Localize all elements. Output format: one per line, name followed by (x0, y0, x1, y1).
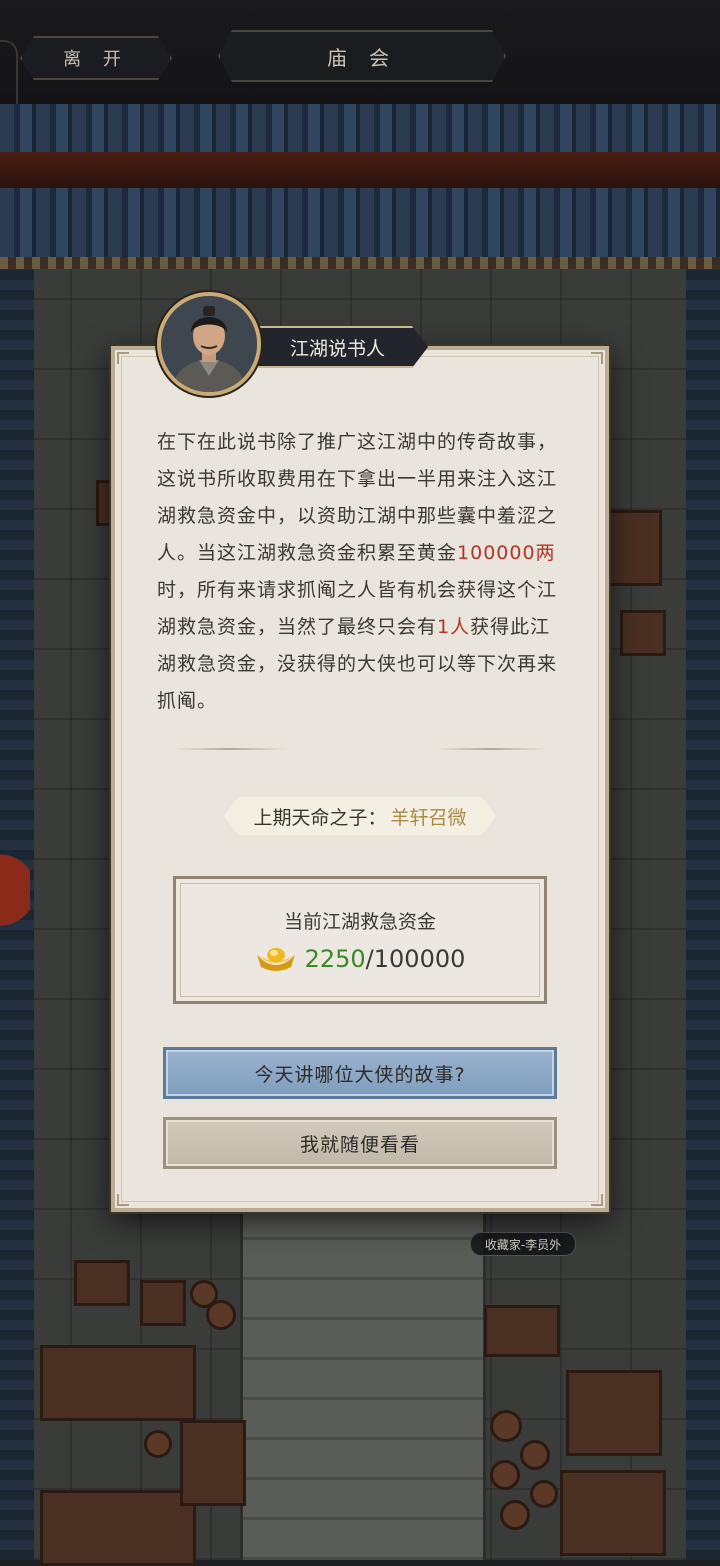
stone-lane (240, 1210, 486, 1560)
barrel (490, 1410, 522, 1442)
fund-current: 2250 (305, 945, 366, 973)
storyteller-portrait-image (161, 296, 257, 392)
crate (606, 510, 662, 586)
speaker-name-plate: 江湖说书人 (258, 326, 428, 368)
corner-ornament (591, 1194, 603, 1206)
leave-button[interactable]: 离 开 (20, 36, 172, 80)
corner-ornament (117, 352, 129, 364)
barrel (490, 1460, 520, 1490)
gold-ingot-icon (255, 945, 297, 973)
fund-target: 100000 (374, 945, 466, 973)
fund-amount: 2250/100000 (176, 945, 544, 973)
barrel (530, 1480, 558, 1508)
just-browsing-button[interactable]: 我就随便看看 (163, 1117, 557, 1169)
story-winner-count: 1人 (437, 616, 470, 638)
right-wall (686, 269, 720, 1560)
storyteller-portrait (157, 292, 261, 396)
barrel (520, 1440, 550, 1470)
page-title: 庙 会 (218, 30, 506, 82)
npc-name-tag[interactable]: 收藏家-李员外 (470, 1232, 576, 1256)
temple-roof (0, 104, 720, 269)
crate (620, 610, 666, 656)
corner-ornament (591, 352, 603, 364)
crate (560, 1470, 666, 1556)
story-gold-amount: 100000两 (457, 542, 556, 564)
hear-story-button[interactable]: 今天讲哪位大侠的故事? (163, 1047, 557, 1099)
last-winner-banner: 上期天命之子：羊轩召微 (224, 797, 496, 835)
divider-right (436, 748, 546, 750)
crate (40, 1490, 196, 1566)
relief-fund-panel: 当前江湖救急资金 2250/100000 (173, 876, 547, 1004)
fund-title: 当前江湖救急资金 (176, 907, 544, 934)
fund-separator: / (366, 945, 374, 973)
barrel (500, 1500, 530, 1530)
crate (40, 1345, 196, 1421)
crate (74, 1260, 130, 1306)
divider-left (175, 748, 285, 750)
story-text: 在下在此说书除了推广这江湖中的传奇故事，这说书所收取费用在下拿出一半用来注入这江… (157, 424, 561, 720)
barrel (206, 1300, 236, 1330)
corner-ornament (117, 1194, 129, 1206)
crate (566, 1370, 662, 1456)
crate (484, 1305, 560, 1357)
crate (140, 1280, 186, 1326)
maple-leaves (0, 840, 30, 940)
barrel (144, 1430, 172, 1458)
crate (180, 1420, 246, 1506)
speaker-name: 江湖说书人 (290, 334, 385, 361)
last-winner-label: 上期天命之子： (253, 803, 386, 830)
last-winner-name: 羊轩召微 (391, 803, 467, 830)
